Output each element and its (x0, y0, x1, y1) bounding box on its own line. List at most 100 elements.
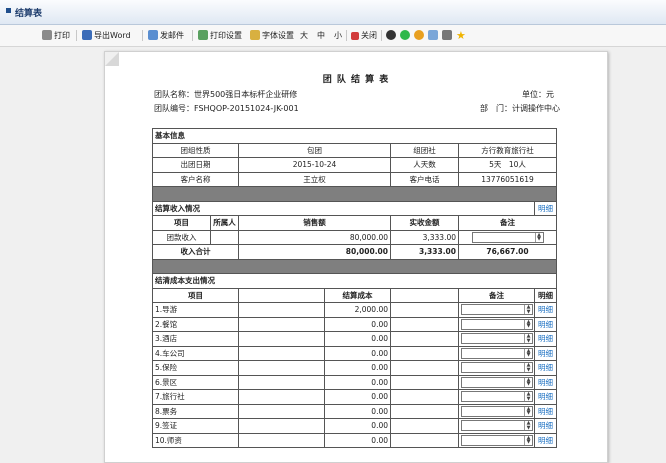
cost-blank (238, 345, 325, 361)
basic-info-row: 出团日期 2015-10-24 人天数 5天 10人 (152, 157, 557, 173)
cost-detail-link[interactable]: 明细 (534, 432, 557, 448)
departure-date-label: 出团日期 (152, 157, 239, 173)
print-icon-button[interactable] (442, 29, 454, 42)
cost-blank (238, 403, 325, 419)
cost-note-cell: ▲ ▼ (458, 360, 535, 376)
cost-detail-link[interactable]: 明细 (534, 403, 557, 419)
cost-row: 10.师资 0.00 ▲ ▼ 明细 (152, 432, 557, 448)
cost-header: 结清成本支出情况 (152, 273, 557, 289)
cost-column-header-row: 项目 结算成本 备注 明细 (152, 287, 557, 303)
basic-info-row: 团组性质 包团 组团社 方行教育旅行社 (152, 142, 557, 158)
cost-note-input[interactable]: ▲ ▼ (461, 434, 533, 446)
income-sales: 80,000.00 (238, 229, 391, 245)
favorite-icon-button[interactable]: ★ (456, 29, 466, 42)
cost-note-input[interactable]: ▲ ▼ (461, 362, 533, 374)
cost-note-cell: ▲ ▼ (458, 316, 535, 332)
cost-amount: 0.00 (324, 418, 391, 434)
cost-blank (238, 331, 325, 347)
window-titlebar: 结算表 (0, 0, 666, 25)
font-medium-button[interactable]: 中 (317, 29, 325, 42)
team-name: 团队名称：世界500强日本标杆企业研修 (154, 90, 298, 99)
font-large-button[interactable]: 大 (300, 29, 308, 42)
team-number: 团队编号：FSHQOP-20151024-JK-001 (154, 104, 299, 113)
cost-note-cell: ▲ ▼ (458, 432, 535, 448)
spinner-icon: ▲ ▼ (534, 232, 543, 242)
toolbar-separator (381, 30, 382, 41)
font-small-button[interactable]: 小 (334, 29, 342, 42)
cost-amount: 0.00 (324, 432, 391, 448)
cost-blank (390, 331, 459, 347)
cost-col-blank (390, 287, 459, 303)
cost-note-cell: ▲ ▼ (458, 331, 535, 347)
departure-date-value: 2015-10-24 (238, 157, 391, 173)
cost-note-input[interactable]: ▲ ▼ (461, 304, 533, 316)
gray-divider-row (152, 186, 557, 202)
wechat-icon-button[interactable] (400, 29, 412, 42)
close-button[interactable]: 关闭 (351, 29, 377, 42)
cost-item-name: 2.餐馆 (152, 316, 239, 332)
cost-col-note: 备注 (458, 287, 535, 303)
share-icon-button[interactable] (414, 29, 426, 42)
cost-amount: 2,000.00 (324, 302, 391, 318)
cost-detail-link[interactable]: 明细 (534, 360, 557, 376)
income-note-input[interactable]: ▲ ▼ (471, 231, 544, 243)
cost-detail-link[interactable]: 明细 (534, 345, 557, 361)
cost-note-cell: ▲ ▼ (458, 403, 535, 419)
cost-col-item: 项目 (152, 287, 239, 303)
print-button[interactable]: 打印 (42, 29, 70, 42)
cost-item-name: 8.票务 (152, 403, 239, 419)
basic-info-header-row: 基本信息 (152, 128, 557, 144)
cost-amount: 0.00 (324, 331, 391, 347)
print-settings-icon (198, 30, 208, 40)
cost-col-detail: 明细 (534, 287, 557, 303)
spinner-icon: ▲ ▼ (524, 392, 532, 402)
spinner-icon: ▲ ▼ (524, 305, 532, 315)
gray-divider-row (152, 258, 557, 274)
agency-label: 组团社 (390, 142, 459, 158)
cost-note-input[interactable]: ▲ ▼ (461, 318, 533, 330)
cost-rows: 1.导游 2,000.00 ▲ ▼ 明细 2.餐馆 0.00 ▲ ▼ 明细 3.酒店 0.00 ▲ ▼ 明细… (152, 302, 557, 448)
cost-note-input[interactable]: ▲ ▼ (461, 376, 533, 388)
print-settings-button[interactable]: 打印设置 (198, 29, 242, 42)
font-settings-button[interactable]: 字体设置 (250, 29, 294, 42)
cost-row: 5.保险 0.00 ▲ ▼ 明细 (152, 360, 557, 376)
cost-blank (238, 302, 325, 318)
cost-note-input[interactable]: ▲ ▼ (461, 420, 533, 432)
cost-item-name: 4.车公司 (152, 345, 239, 361)
cost-detail-link[interactable]: 明细 (534, 389, 557, 405)
basic-info-row: 客户名称 王立权 客户电话 13776051619 (152, 171, 557, 187)
spinner-icon: ▲ ▼ (524, 348, 532, 358)
export-word-button[interactable]: 导出Word (82, 29, 131, 42)
cost-detail-link[interactable]: 明细 (534, 316, 557, 332)
cost-note-input[interactable]: ▲ ▼ (461, 405, 533, 417)
income-item: 团款收入 (152, 229, 211, 245)
star-icon: ★ (456, 29, 466, 42)
cost-blank (390, 389, 459, 405)
spinner-icon: ▲ ▼ (524, 334, 532, 344)
cost-row: 7.旅行社 0.00 ▲ ▼ 明细 (152, 389, 557, 405)
income-col-item: 项目 (152, 215, 211, 231)
cost-detail-link[interactable]: 明细 (534, 302, 557, 318)
cost-header-row: 结清成本支出情况 (152, 273, 557, 289)
cost-blank (390, 316, 459, 332)
cost-note-input[interactable]: ▲ ▼ (461, 391, 533, 403)
group-type-value: 包团 (238, 142, 391, 158)
income-detail-link[interactable]: 明细 (534, 200, 557, 216)
send-mail-button[interactable]: 发邮件 (148, 29, 184, 42)
cost-blank (390, 345, 459, 361)
cost-item-name: 10.师资 (152, 432, 239, 448)
cost-note-cell: ▲ ▼ (458, 389, 535, 405)
cost-note-input[interactable]: ▲ ▼ (461, 347, 533, 359)
income-total-label: 收入合计 (152, 244, 239, 260)
cost-detail-link[interactable]: 明细 (534, 418, 557, 434)
cost-amount: 0.00 (324, 374, 391, 390)
gray-divider (152, 186, 557, 202)
cost-detail-link[interactable]: 明细 (534, 374, 557, 390)
cost-note-input[interactable]: ▲ ▼ (461, 333, 533, 345)
email-icon-button[interactable] (428, 29, 440, 42)
cost-blank (390, 403, 459, 419)
income-header-row: 结算收入情况 明细 (152, 200, 557, 216)
cost-item-name: 9.签证 (152, 418, 239, 434)
qq-icon-button[interactable] (386, 29, 398, 42)
cost-detail-link[interactable]: 明细 (534, 331, 557, 347)
